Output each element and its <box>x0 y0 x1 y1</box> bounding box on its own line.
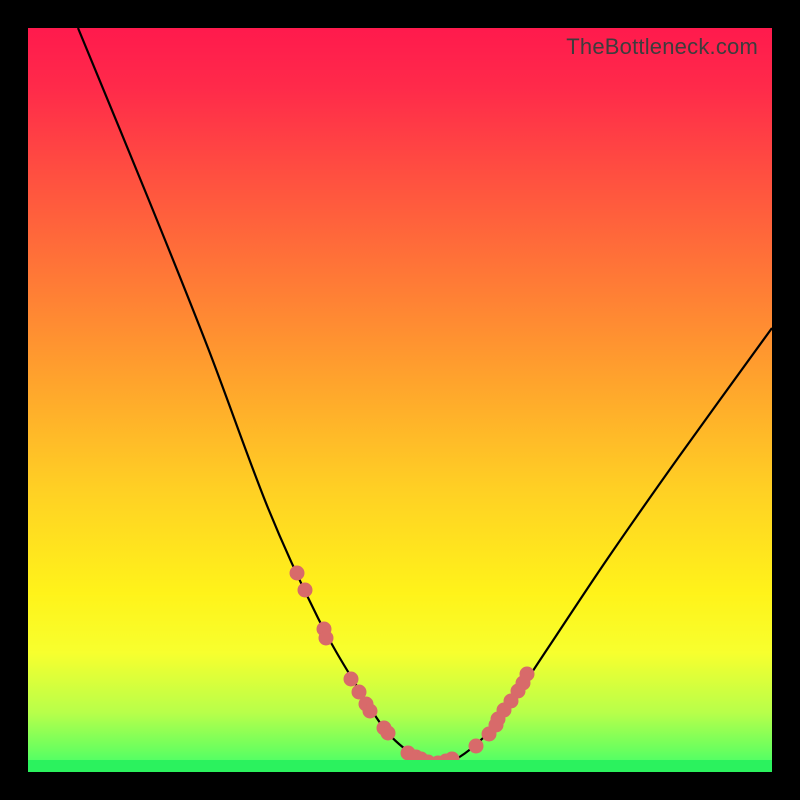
data-marker <box>381 726 395 740</box>
data-marker <box>298 583 312 597</box>
data-marker <box>344 672 358 686</box>
data-marker <box>363 704 377 718</box>
markers-left <box>290 566 395 740</box>
data-marker <box>469 739 483 753</box>
markers-right <box>469 667 534 753</box>
green-band <box>28 760 772 772</box>
chart-svg <box>28 28 772 772</box>
data-marker <box>520 667 534 681</box>
data-marker <box>290 566 304 580</box>
chart-frame: TheBottleneck.com <box>0 0 800 800</box>
data-marker <box>319 631 333 645</box>
bottleneck-curve <box>78 28 772 766</box>
plot-area: TheBottleneck.com <box>28 28 772 772</box>
